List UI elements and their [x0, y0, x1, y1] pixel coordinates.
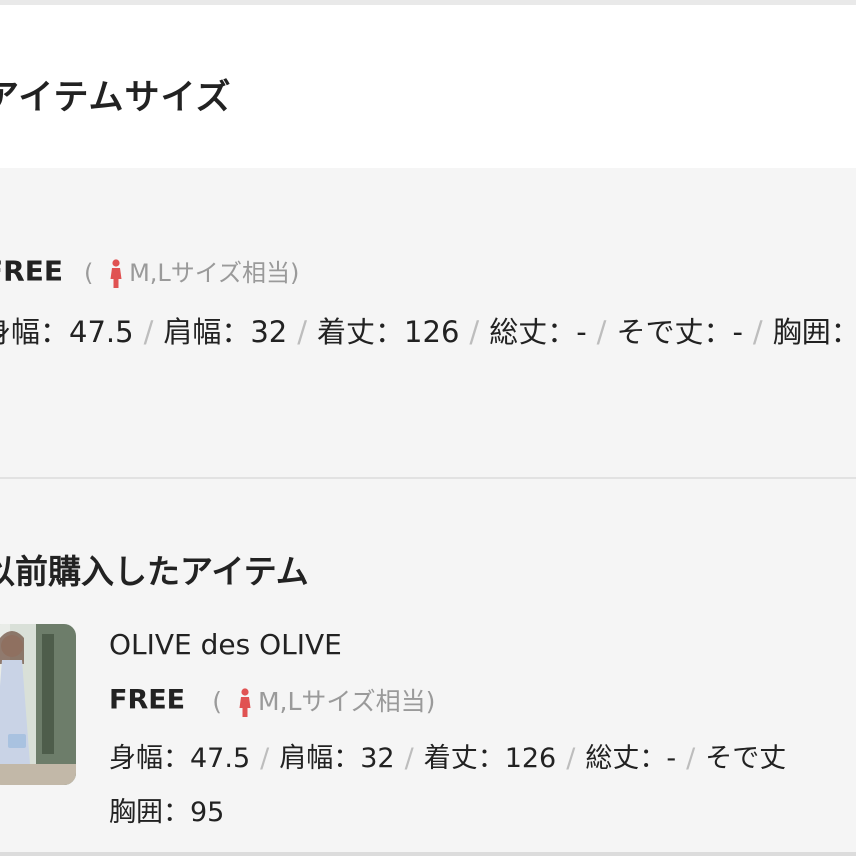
separator: /: [469, 315, 480, 349]
measurement-sleeve-length: そで丈：-: [616, 315, 743, 349]
item-measurement-shoulder-width: 肩幅：32: [279, 743, 395, 774]
item-photo: [0, 624, 76, 785]
measurements-row: 身幅：47.5 / 肩幅：32 / 着丈：126 / 総丈：- / そで丈：- / 胸囲：95: [0, 309, 856, 351]
item-thumbnail[interactable]: [0, 624, 76, 785]
item-size-equivalent-open: (: [212, 687, 222, 716]
separator: /: [566, 743, 576, 774]
separator: /: [752, 315, 763, 349]
measurement-bust-width: 身幅：47.5: [0, 315, 134, 349]
person-icon: [110, 259, 122, 288]
measurement-total-length: 総丈：-: [489, 315, 587, 349]
size-row: FREE ( M,Lサイズ相当): [0, 253, 299, 289]
separator: /: [404, 743, 414, 774]
measurement-shoulder-width: 肩幅：32: [163, 315, 288, 349]
size-name: FREE: [0, 254, 63, 288]
item-brand[interactable]: OLIVE des OLIVE: [109, 628, 342, 661]
separator: /: [686, 743, 696, 774]
item-measurement-length: 着丈：126: [423, 743, 557, 774]
size-equivalent-text: M,Lサイズ相当): [129, 259, 300, 287]
item-measurements-row: 身幅：47.5 / 肩幅：32 / 着丈：126 / 総丈：- / そで丈: [109, 736, 786, 775]
separator: /: [596, 315, 607, 349]
item-size-row: FREE ( M,Lサイズ相当): [109, 682, 435, 718]
size-equivalent: ( M,Lサイズ相当): [84, 259, 300, 288]
item-measurement-total-length: 総丈：-: [585, 743, 677, 774]
separator: /: [297, 315, 308, 349]
section-divider: [0, 477, 856, 479]
separator: /: [260, 743, 270, 774]
item-size-equivalent: ( M,Lサイズ相当): [212, 687, 436, 717]
bottom-edge: [0, 852, 856, 856]
measurement-chest: 胸囲：95: [772, 315, 856, 349]
section-header: アイテムサイズ: [0, 5, 856, 168]
person-icon: [239, 688, 251, 717]
item-measurement-sleeve-length: そで丈: [705, 743, 787, 774]
size-equivalent-open: (: [84, 259, 94, 287]
item-size-equivalent-text: M,Lサイズ相当): [257, 687, 436, 716]
item-measurement-chest: 胸囲：95: [109, 797, 225, 828]
item-measurement-bust-width: 身幅：47.5: [109, 743, 251, 774]
item-size-name: FREE: [109, 684, 186, 716]
measurement-length: 着丈：126: [317, 315, 460, 349]
separator: /: [143, 315, 154, 349]
item-size-title: アイテムサイズ: [0, 78, 232, 118]
purchased-items-title: 以前購入したアイテム: [0, 552, 309, 591]
